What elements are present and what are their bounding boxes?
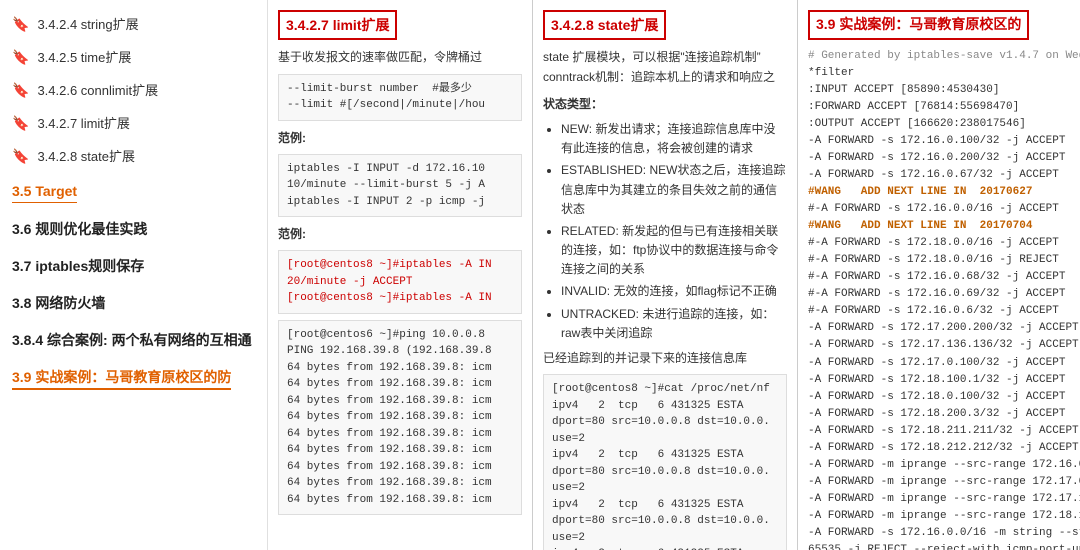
panel2-state-label: 状态类型： [543,95,787,114]
nav-label: 3.4.2.7 limit扩展 [37,114,129,134]
code-line: 65535 -j REJECT --reject-with icmp-port-… [808,542,1070,550]
bookmark-icon: 🔖 [12,14,29,35]
code-line: #WANG ADD NEXT LINE IN 20170704 [808,218,1070,235]
nav-item-item-38[interactable]: 3.8 网络防火墙 [0,285,267,322]
code-line: -A FORWARD -s 172.16.0.0/16 -m string --… [808,525,1070,542]
nav-label: 3.4.2.5 time扩展 [37,48,131,68]
nav-label: 3.5 Target [12,181,77,203]
nav-item-item-3428[interactable]: 🔖 3.4.2.8 state扩展 [0,140,267,173]
nav-item-item-37[interactable]: 3.7 iptables规则保存 [0,248,267,285]
code-line: -A FORWARD -m iprange --src-range 172.17… [808,474,1070,491]
nav-item-item-3426[interactable]: 🔖 3.4.2.6 connlimit扩展 [0,74,267,107]
panel1-title: 3.4.2.7 limit扩展 [278,10,397,40]
nav-item-item-39[interactable]: 3.9 实战案例：马哥教育原校区的防 [0,359,267,398]
code-line: -A FORWARD -m iprange --src-range 172.18… [808,508,1070,525]
panel1-example1-label: 范例: [278,129,522,148]
panel1-code4: [root@centos6 ~]#ping 10.0.0.8 PING 192.… [278,320,522,516]
code-line: -A FORWARD -s 172.18.211.211/32 -j ACCEP… [808,423,1070,440]
code-line: #WANG ADD NEXT LINE IN 20170627 [808,184,1070,201]
code-line: -A FORWARD -s 172.17.0.100/32 -j ACCEPT [808,355,1070,372]
panel2-tracked-label: 已经追踪到的并记录下来的连接信息库 [543,349,787,368]
panel2-title: 3.4.2.8 state扩展 [543,10,666,40]
code-line: -A FORWARD -s 172.16.0.67/32 -j ACCEPT [808,167,1070,184]
code-line: :OUTPUT ACCEPT [166620:238017546] [808,116,1070,133]
code-line: #-A FORWARD -s 172.16.0.0/16 -j ACCEPT [808,201,1070,218]
state-item: UNTRACKED: 未进行追踪的连接，如：raw表中关闭追踪 [561,305,787,343]
panel1-code2: iptables -I INPUT -d 172.16.10 10/minute… [278,154,522,218]
state-item: RELATED: 新发起的但与已有连接相关联的连接，如：ftp协议中的数据连接与… [561,222,787,280]
code-line: -A FORWARD -s 172.16.0.100/32 -j ACCEPT [808,133,1070,150]
nav-label: 3.9 实战案例：马哥教育原校区的防 [12,367,231,390]
nav-item-item-3424[interactable]: 🔖 3.4.2.4 string扩展 [0,8,267,41]
nav-label: 3.8 网络防火墙 [12,293,105,314]
content-area: 3.4.2.7 limit扩展 基于收发报文的速率做匹配，令牌桶过 --limi… [268,0,1080,550]
code-line: #-A FORWARD -s 172.16.0.69/32 -j ACCEPT [808,286,1070,303]
code-line: *filter [808,65,1070,82]
code-line: -A FORWARD -s 172.17.200.200/32 -j ACCEP… [808,320,1070,337]
bookmark-icon: 🔖 [12,47,29,68]
state-item: NEW: 新发出请求；连接追踪信息库中没有此连接的信息，将会被创建的请求 [561,120,787,158]
code-line: -A FORWARD -s 172.18.0.100/32 -j ACCEPT [808,389,1070,406]
bookmark-icon: 🔖 [12,80,29,101]
panel1-example2-label: 范例: [278,225,522,244]
panel3-title: 3.9 实战案例：马哥教育原校区的 [808,10,1029,40]
code-line: -A FORWARD -s 172.17.136.136/32 -j ACCEP… [808,337,1070,354]
nav-item-item-3425[interactable]: 🔖 3.4.2.5 time扩展 [0,41,267,74]
code-line: -A FORWARD -m iprange --src-range 172.16… [808,457,1070,474]
nav-item-item-36[interactable]: 3.6 规则优化最佳实践 [0,211,267,248]
code-line: -A FORWARD -s 172.16.0.200/32 -j ACCEPT [808,150,1070,167]
panel2-intro: state 扩展模块，可以根据"连接追踪机制” conntrack机制：追踪本机… [543,48,787,86]
nav-label: 3.8.4 综合案例: 两个私有网络的互相通 [12,330,252,351]
code-line: -A FORWARD -s 172.18.200.3/32 -j ACCEPT [808,406,1070,423]
panel-limit: 3.4.2.7 limit扩展 基于收发报文的速率做匹配，令牌桶过 --limi… [268,0,533,550]
code-line: :FORWARD ACCEPT [76814:55698470] [808,99,1070,116]
code-line: #-A FORWARD -s 172.18.0.0/16 -j ACCEPT [808,235,1070,252]
code-line: #-A FORWARD -s 172.18.0.0/16 -j REJECT [808,252,1070,269]
code-line: # Generated by iptables-save v1.4.7 on W… [808,48,1070,65]
panel1-code3: [root@centos8 ~]#iptables -A IN 20/minut… [278,250,522,314]
panel1-intro: 基于收发报文的速率做匹配，令牌桶过 [278,48,522,67]
panel1-code1: --limit-burst number #最多少 --limit #[/sec… [278,74,522,121]
panel2-code1: [root@centos8 ~]#cat /proc/net/nf ipv4 2… [543,374,787,550]
code-line: -A FORWARD -s 172.18.100.1/32 -j ACCEPT [808,372,1070,389]
bookmark-icon: 🔖 [12,113,29,134]
state-item: ESTABLISHED: NEW状态之后，连接追踪信息库中为其建立的条目失效之前… [561,161,787,219]
nav-item-item-35[interactable]: 3.5 Target [0,173,267,211]
nav-item-item-384[interactable]: 3.8.4 综合案例: 两个私有网络的互相通 [0,322,267,359]
panel-state: 3.4.2.8 state扩展 state 扩展模块，可以根据"连接追踪机制” … [533,0,798,550]
panel3-code-block: # Generated by iptables-save v1.4.7 on W… [808,48,1070,550]
nav-label: 3.7 iptables规则保存 [12,256,144,277]
left-nav-panel: 🔖 3.4.2.4 string扩展 🔖 3.4.2.5 time扩展 🔖 3.4.2.6… [0,0,268,550]
nav-label: 3.4.2.6 connlimit扩展 [37,81,158,101]
nav-label: 3.4.2.8 state扩展 [37,147,135,167]
code-line: -A FORWARD -m iprange --src-range 172.17… [808,491,1070,508]
code-line: #-A FORWARD -s 172.16.0.68/32 -j ACCEPT [808,269,1070,286]
state-item: INVALID: 无效的连接，如flag标记不正确 [561,282,787,301]
bookmark-icon: 🔖 [12,146,29,167]
panel-realworld: 3.9 实战案例：马哥教育原校区的 # Generated by iptable… [798,0,1080,550]
nav-item-item-3427[interactable]: 🔖 3.4.2.7 limit扩展 [0,107,267,140]
nav-label: 3.6 规则优化最佳实践 [12,219,147,240]
code-line: :INPUT ACCEPT [85890:4530430] [808,82,1070,99]
code-line: -A FORWARD -s 172.18.212.212/32 -j ACCEP… [808,440,1070,457]
nav-label: 3.4.2.4 string扩展 [37,15,138,35]
state-list: NEW: 新发出请求；连接追踪信息库中没有此连接的信息，将会被创建的请求ESTA… [543,120,787,343]
code-line: #-A FORWARD -s 172.16.0.6/32 -j ACCEPT [808,303,1070,320]
